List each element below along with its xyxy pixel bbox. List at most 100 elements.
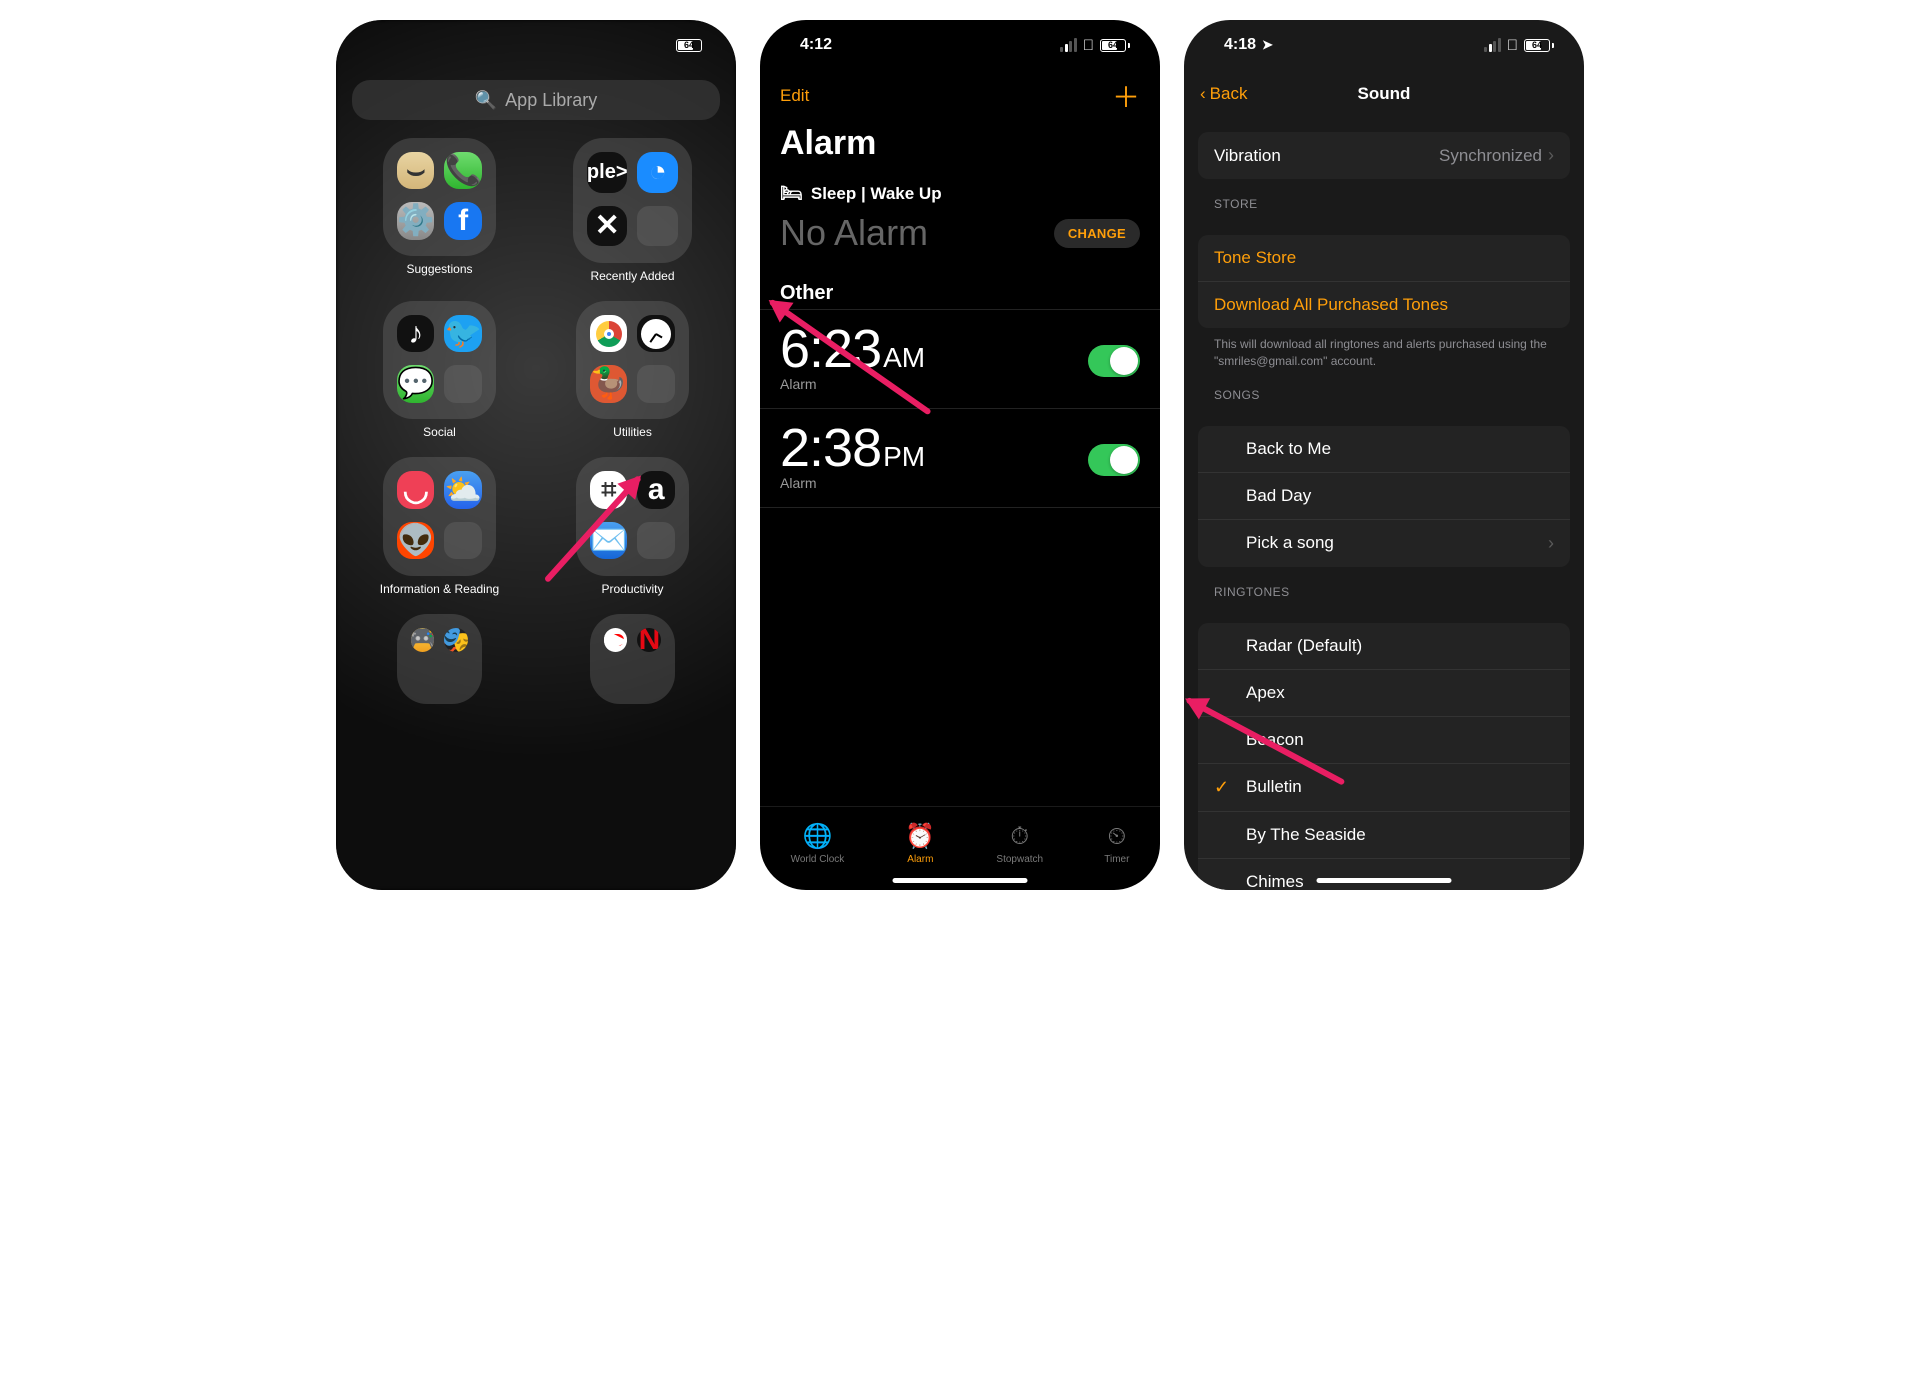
alarm-time: 2:38 PM (780, 417, 925, 479)
page-title: Alarm (760, 122, 1160, 177)
song-row[interactable]: Bad Day (1198, 473, 1570, 520)
download-tones-row[interactable]: Download All Purchased Tones (1198, 282, 1570, 328)
screenshot-sound-settings: 4:18 ➤ 􀙇 64 ‹ Back Sound Vibration Synch… (1184, 20, 1584, 890)
back-button[interactable]: ‹ Back (1200, 84, 1247, 104)
folder-label: Information & Reading (380, 582, 499, 596)
cellular-signal-icon (1060, 38, 1077, 52)
folder-social[interactable]: ♪ 🐦 💬 (383, 301, 496, 419)
screenshot-alarm-list: 4:12 􀙇 64 Edit ＋ Alarm 🛏 Sleep | Wake Up… (760, 20, 1160, 890)
vibration-row[interactable]: Vibration Synchronized › (1198, 132, 1570, 179)
app-icon-netflix[interactable]: N (637, 628, 661, 652)
add-alarm-button[interactable]: ＋ (1112, 76, 1140, 116)
ringtone-row[interactable]: Chimes (1198, 859, 1570, 890)
alarm-row[interactable]: 6:23 AM Alarm (760, 310, 1160, 409)
location-icon: ➤ (1262, 37, 1273, 53)
folder-partial[interactable]: ▶ N (590, 614, 676, 704)
folder-more-apps[interactable] (444, 365, 481, 402)
battery-icon: 64 (1100, 39, 1130, 52)
status-time: 4:12 (800, 36, 832, 54)
folder-information-reading[interactable]: ◡ ⛅ 👽 (383, 457, 496, 575)
sleep-header-label: Sleep | Wake Up (811, 184, 942, 204)
app-icon-messages[interactable]: 💬 (397, 365, 434, 402)
folder-utilities[interactable]: 🦆 (576, 301, 689, 419)
checkmark-icon: ✓ (1214, 777, 1232, 798)
app-icon-capcut[interactable]: ✕ (587, 206, 628, 247)
tab-alarm[interactable]: ⏰Alarm (905, 822, 935, 865)
app-icon-amazon[interactable]: ⌣ (397, 152, 434, 189)
ringtone-row[interactable]: ✓Bulletin (1198, 764, 1570, 812)
songs-group: Back to Me Bad Day Pick a song › (1198, 426, 1570, 567)
vibration-group: Vibration Synchronized › (1198, 132, 1570, 179)
status-time: 4:18 (1224, 36, 1256, 54)
ringtone-row[interactable]: Beacon (1198, 717, 1570, 764)
app-icon-phone[interactable]: 📞 (444, 152, 481, 189)
app-icon-generic-blue[interactable]: ◔ (637, 152, 678, 193)
folder-label: Recently Added (590, 269, 674, 283)
ringtones-group: Radar (Default) Apex Beacon ✓Bulletin By… (1198, 623, 1570, 890)
alarm-toggle[interactable] (1088, 345, 1140, 377)
search-placeholder: App Library (505, 90, 597, 111)
globe-icon: 🌐 (802, 822, 832, 851)
status-icons: 􀙇 64 (1484, 37, 1554, 54)
edit-button[interactable]: Edit (780, 86, 809, 106)
ringtone-row[interactable]: Radar (Default) (1198, 623, 1570, 670)
app-icon-duckduckgo[interactable]: 🦆 (590, 365, 627, 402)
tone-store-row[interactable]: Tone Store (1198, 235, 1570, 282)
app-icon-game[interactable]: 🎮 (411, 628, 435, 652)
app-icon-weather[interactable]: ⛅ (444, 471, 481, 508)
change-button[interactable]: CHANGE (1054, 219, 1140, 248)
folder-more-apps[interactable] (637, 206, 678, 247)
folder-label: Suggestions (406, 262, 472, 276)
tab-world-clock[interactable]: 🌐World Clock (791, 822, 845, 865)
folder-grid: ⌣ 📞 ⚙️ f Suggestions ple> ◔ ✕ Recently A… (352, 138, 720, 704)
chevron-right-icon: › (1548, 145, 1554, 166)
status-bar: 4:18 ➤ 􀙇 64 (1184, 20, 1584, 70)
app-icon-facebook[interactable]: f (444, 202, 481, 239)
app-icon-pocket[interactable]: ◡ (397, 471, 434, 508)
app-icon-reddit[interactable]: 👽 (397, 522, 434, 559)
ringtone-row[interactable]: By The Seaside (1198, 812, 1570, 859)
stopwatch-icon: ⏱ (1010, 823, 1029, 851)
tab-timer[interactable]: ⏲Timer (1104, 823, 1129, 865)
app-icon-twitter[interactable]: 🐦 (444, 315, 481, 352)
store-group-header: STORE (1184, 179, 1584, 217)
alarm-label: Alarm (780, 475, 925, 503)
page-title: Sound (1358, 84, 1411, 104)
app-icon-chrome[interactable] (590, 315, 627, 352)
app-icon-youtube[interactable]: ▶ (604, 628, 628, 652)
other-section-header: Other (760, 272, 1160, 309)
timer-icon: ⏲ (1107, 823, 1126, 851)
folder-label: Utilities (613, 425, 652, 439)
app-icon-tiktok[interactable]: ♪ (397, 315, 434, 352)
home-indicator[interactable] (1317, 878, 1452, 883)
no-alarm-text: No Alarm (780, 212, 928, 254)
home-indicator[interactable] (893, 878, 1028, 883)
folder-more-apps[interactable] (444, 522, 481, 559)
folder-more-apps[interactable] (637, 365, 674, 402)
app-icon-clock[interactable] (637, 315, 674, 352)
alarm-toggle[interactable] (1088, 444, 1140, 476)
app-icon-plex[interactable]: ple> (587, 152, 628, 193)
battery-icon: 64 (1524, 39, 1554, 52)
store-group: Tone Store Download All Purchased Tones (1198, 235, 1570, 328)
chevron-left-icon: ‹ (1200, 84, 1206, 104)
ringtone-row[interactable]: Apex (1198, 670, 1570, 717)
screenshot-app-library: 4:11 􀙇 64 🔍 App Library ⌣ 📞 ⚙️ f (336, 20, 736, 890)
bed-icon: 🛏 (780, 183, 803, 204)
app-icon-game2[interactable]: 🎭 (444, 628, 468, 652)
pick-song-row[interactable]: Pick a song › (1198, 520, 1570, 567)
tab-stopwatch[interactable]: ⏱Stopwatch (996, 823, 1043, 865)
folder-recently-added[interactable]: ple> ◔ ✕ (573, 138, 692, 263)
folder-suggestions[interactable]: ⌣ 📞 ⚙️ f (383, 138, 496, 256)
song-row[interactable]: Back to Me (1198, 426, 1570, 473)
app-library-search[interactable]: 🔍 App Library (352, 80, 720, 120)
alarm-icon: ⏰ (905, 822, 935, 851)
alarm-row[interactable]: 2:38 PM Alarm (760, 409, 1160, 508)
wifi-icon: 􀙇 (1083, 37, 1094, 54)
search-icon: 🔍 (475, 90, 497, 111)
folder-more-apps[interactable] (637, 522, 674, 559)
songs-group-header: SONGS (1184, 370, 1584, 408)
folder-partial[interactable]: 🎮 🎭 (397, 614, 483, 704)
app-icon-settings[interactable]: ⚙️ (397, 202, 434, 239)
row-label: Vibration (1214, 146, 1281, 166)
